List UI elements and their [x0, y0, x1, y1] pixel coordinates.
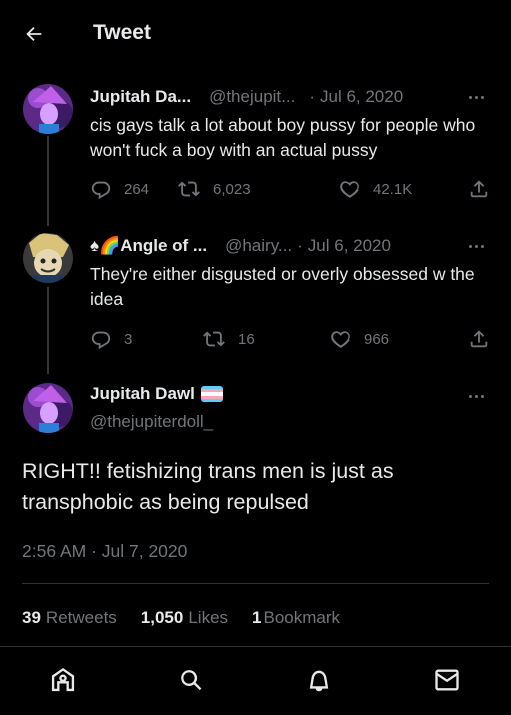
tweet-actions: 264 6,023 42.1K [90, 178, 490, 204]
bookmarks-stat[interactable]: 1 Bookmark [252, 608, 340, 628]
avatar[interactable] [23, 84, 73, 134]
heart-icon [331, 331, 350, 348]
retweets-stat[interactable]: 39 Retweets [22, 608, 117, 628]
author-name-emoji[interactable]: ♠🌈 [90, 236, 120, 256]
avatar[interactable] [23, 383, 73, 433]
author-name[interactable]: Angle of ... [120, 236, 207, 256]
share-button[interactable] [468, 328, 502, 350]
separator: · [309, 87, 315, 106]
retweet-count: 16 [238, 330, 255, 348]
separator: · [297, 236, 303, 255]
engagement-stats: 39 Retweets 1,050 Likes 1 Bookmark [22, 608, 364, 628]
retweet-button[interactable]: 16 [202, 328, 255, 350]
author-handle[interactable]: @thejupiterdoll_ [90, 412, 213, 432]
thread-connector [47, 287, 49, 374]
tweet-date[interactable]: Jul 6, 2020 [320, 87, 403, 107]
home-icon[interactable] [48, 665, 78, 695]
search-icon[interactable] [176, 665, 206, 695]
author-handle[interactable]: @thejupit... [209, 87, 295, 107]
reply-icon [91, 181, 111, 200]
reply-count: 3 [124, 330, 133, 348]
tweet-header: ♠🌈 Angle of ... @hairy... · Jul 6, 2020 [90, 236, 391, 256]
tweet-header: Jupitah Da... @thejupit... · Jul 6, 2020 [90, 87, 403, 107]
page-title: Tweet [93, 21, 151, 44]
more-options-icon[interactable] [464, 236, 488, 256]
tweet-actions: 3 16 966 [90, 328, 490, 354]
tweet-text: cis gays talk a lot about boy pussy for … [90, 115, 476, 160]
author-name[interactable]: Jupitah Da... [90, 87, 191, 107]
more-options-icon[interactable] [464, 386, 488, 406]
bottom-navigation [0, 646, 511, 715]
retweet-icon [203, 331, 225, 347]
like-button[interactable]: 42.1K [339, 178, 412, 200]
author-name[interactable]: Jupitah Dawl [90, 384, 223, 404]
likes-stat[interactable]: 1,050 Likes [141, 608, 228, 628]
retweet-count: 6,023 [213, 180, 251, 198]
tweet-date[interactable]: Jul 6, 2020 [308, 236, 391, 256]
divider [22, 583, 489, 584]
like-button[interactable]: 966 [330, 328, 389, 350]
share-button[interactable] [468, 178, 502, 200]
trans-flag-icon [200, 386, 223, 402]
messages-icon[interactable] [432, 665, 462, 695]
like-count: 966 [364, 330, 390, 348]
heart-icon [340, 181, 359, 198]
reply-count: 264 [124, 180, 150, 198]
share-icon [470, 180, 488, 198]
tweet-text: RIGHT!! fetishizing trans men is just as… [22, 459, 394, 514]
more-options-icon[interactable] [464, 87, 488, 107]
reply-button[interactable]: 3 [90, 328, 132, 350]
retweet-button[interactable]: 6,023 [177, 178, 251, 200]
author-handle[interactable]: @hairy... [225, 236, 292, 256]
share-icon [470, 330, 488, 348]
reply-button[interactable]: 264 [90, 178, 149, 200]
like-count: 42.1K [373, 180, 413, 198]
tweet-text: They're either disgusted or overly obses… [90, 264, 475, 309]
notifications-icon[interactable] [304, 665, 334, 695]
avatar[interactable] [23, 233, 73, 283]
reply-icon [91, 331, 111, 350]
back-arrow-icon[interactable] [20, 20, 48, 48]
top-bar: Tweet [0, 0, 511, 66]
tweet-timestamp[interactable]: 2:56 AM · Jul 7, 2020 [22, 541, 187, 562]
thread-connector [47, 136, 49, 226]
retweet-icon [178, 181, 200, 197]
